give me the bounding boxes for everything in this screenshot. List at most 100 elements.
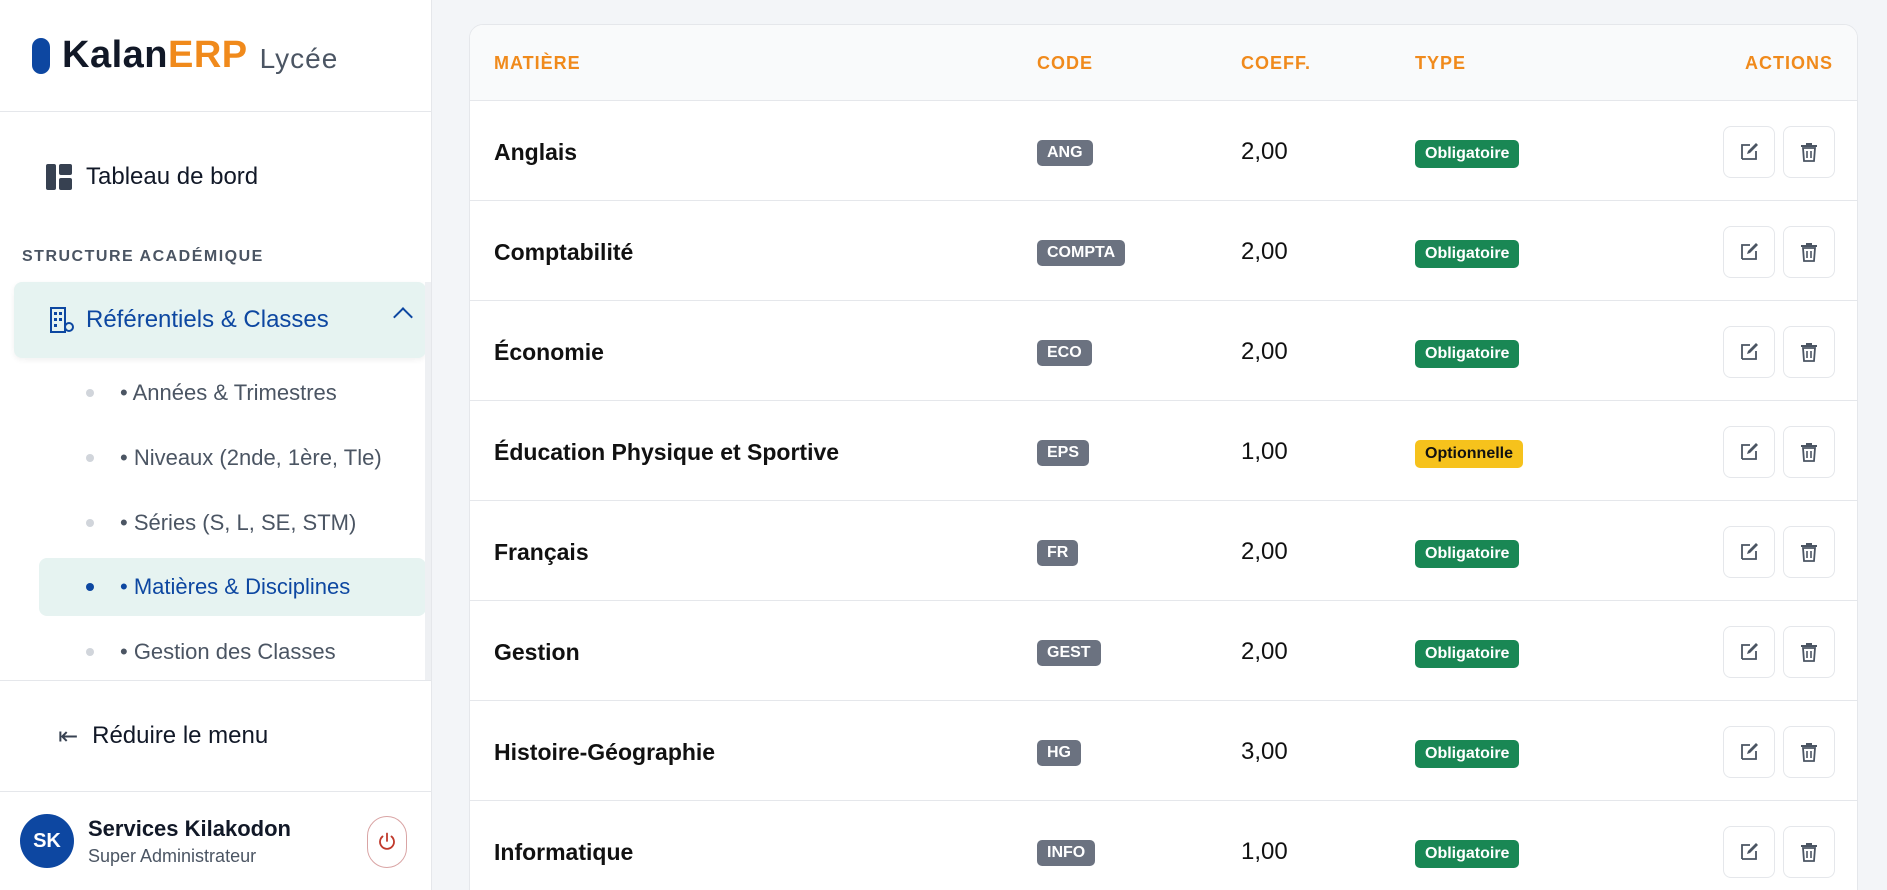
edit-button[interactable] [1723,426,1775,478]
brand-suffix: Lycée [259,42,339,74]
table-row[interactable]: Gestion GEST 2,00 Obligatoire [470,601,1857,701]
trash-icon [1801,843,1817,862]
edit-button[interactable] [1723,126,1775,178]
sidebar-item-label: • Séries (S, L, SE, STM) [120,510,357,535]
table-row[interactable]: Éducation Physique et Sportive EPS 1,00 Opt… [470,401,1857,501]
collapse-menu-label: Réduire le menu [92,722,269,749]
nav-group-referentiels[interactable]: Référentiels & Classes [14,282,426,358]
subject-name: Gestion [494,639,580,665]
table-body: Anglais ANG 2,00 Obligatoire Comptabilité COM… [470,101,1857,890]
edit-button[interactable] [1723,526,1775,578]
column-header-code[interactable]: CODE [1037,53,1093,74]
chevron-up-icon[interactable] [393,307,413,327]
table-row[interactable]: Français FR 2,00 Obligatoire [470,501,1857,601]
subject-name: Informatique [494,839,634,865]
subject-name: Anglais [494,139,578,165]
sidebar-item-label: • Matières & Disciplines [120,574,351,599]
type-badge: Obligatoire [1415,840,1520,868]
sidebar-scrollbar[interactable] [425,282,431,680]
code-badge: GEST [1037,640,1101,666]
coefficient: 2,00 [1241,238,1288,265]
sidebar: Kalan ERP Lycée Tableau de bord STRUCTURE… [0,0,432,890]
bullet-icon [86,454,94,462]
section-title: STRUCTURE ACADÉMIQUE [22,248,264,265]
collapse-menu-button[interactable]: ⇤ Réduire le menu [0,680,431,792]
edit-icon [1741,143,1758,160]
trash-icon [1801,343,1817,362]
logo[interactable]: Kalan ERP Lycée [0,0,431,112]
type-badge: Obligatoire [1415,240,1520,268]
edit-icon [1741,643,1758,660]
edit-button[interactable] [1723,826,1775,878]
edit-button[interactable] [1723,626,1775,678]
bullet-icon [86,389,94,397]
code-badge: ANG [1037,140,1093,166]
building-icon [50,307,74,333]
edit-button[interactable] [1723,726,1775,778]
edit-icon [1741,843,1758,860]
sidebar-item-label: • Gestion des Classes [120,639,336,664]
delete-button[interactable] [1783,526,1835,578]
avatar[interactable]: SK [20,814,74,868]
edit-icon [1741,743,1758,760]
logo-mark-icon [32,37,50,74]
table-row[interactable]: Économie ECO 2,00 Obligatoire [470,301,1857,401]
user-role: Super Administrateur [88,845,257,866]
table-row[interactable]: Informatique INFO 1,00 Obligatoire [470,801,1857,890]
edit-button[interactable] [1723,226,1775,278]
subject-name: Comptabilité [494,239,634,265]
coefficient: 2,00 [1241,638,1288,665]
table-row[interactable]: Anglais ANG 2,00 Obligatoire [470,101,1857,201]
sidebar-item-label: • Années & Trimestres [120,380,337,405]
column-header-coeff[interactable]: COEFF. [1241,53,1311,74]
trash-icon [1801,743,1817,762]
column-header-type[interactable]: TYPE [1415,53,1466,74]
delete-button[interactable] [1783,726,1835,778]
code-badge: HG [1037,740,1081,766]
type-badge: Optionnelle [1415,440,1523,468]
delete-button[interactable] [1783,326,1835,378]
delete-button[interactable] [1783,826,1835,878]
coefficient: 2,00 [1241,138,1288,165]
code-badge: ECO [1037,340,1092,366]
bullet-icon [86,519,94,527]
user-panel: SK Services Kilakodon Super Administrate… [0,792,431,890]
bullet-icon [86,648,94,656]
sidebar-item-niveaux[interactable]: • Niveaux (2nde, 1ère, Tle) [0,429,426,487]
delete-button[interactable] [1783,626,1835,678]
type-badge: Obligatoire [1415,740,1520,768]
subject-name: Français [494,539,589,565]
trash-icon [1801,643,1817,662]
sidebar-item-annees[interactable]: • Années & Trimestres [0,364,426,422]
edit-icon [1741,443,1758,460]
nav-item-dashboard-label: Tableau de bord [86,163,259,190]
table-row[interactable]: Comptabilité COMPTA 2,00 Obligatoire [470,201,1857,301]
table-header: MATIÈRE CODE COEFF. TYPE ACTIONS [470,25,1857,101]
trash-icon [1801,543,1817,562]
coefficient: 1,00 [1241,438,1288,465]
delete-button[interactable] [1783,426,1835,478]
brand-name: Kalan [62,34,168,76]
trash-icon [1801,243,1817,262]
subject-name: Économie [494,339,604,365]
sidebar-item-label: • Niveaux (2nde, 1ère, Tle) [120,445,382,470]
sidebar-item-classes[interactable]: • Gestion des Classes [0,623,426,680]
edit-button[interactable] [1723,326,1775,378]
sidebar-nav: Tableau de bord STRUCTURE ACADÉMIQUE Réf… [0,112,431,680]
table-row[interactable]: Histoire-Géographie HG 3,00 Obligatoire [470,701,1857,801]
coefficient: 3,00 [1241,738,1288,765]
code-badge: COMPTA [1037,240,1126,266]
column-header-matiere[interactable]: MATIÈRE [494,53,581,74]
coefficient: 1,00 [1241,838,1288,865]
coefficient: 2,00 [1241,538,1288,565]
code-badge: EPS [1037,440,1090,466]
sidebar-item-matieres[interactable]: • Matières & Disciplines [39,558,426,616]
trash-icon [1801,143,1817,162]
nav-item-dashboard[interactable]: Tableau de bord [44,162,258,192]
delete-button[interactable] [1783,226,1835,278]
sidebar-item-series[interactable]: • Séries (S, L, SE, STM) [0,494,426,552]
delete-button[interactable] [1783,126,1835,178]
edit-icon [1741,543,1758,560]
subject-name: Éducation Physique et Sportive [494,439,840,465]
logout-button[interactable] [367,816,407,868]
